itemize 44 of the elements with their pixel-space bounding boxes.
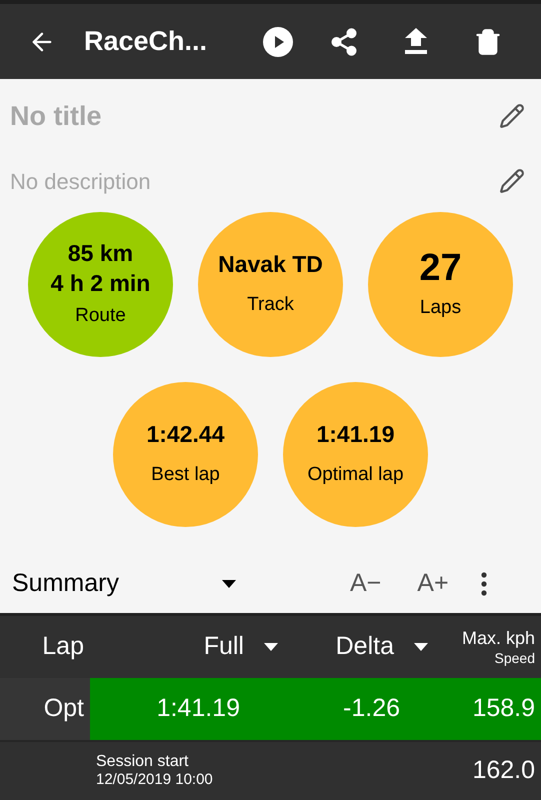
table-cell-text: 158.9 xyxy=(471,693,536,724)
dropdown-caret-icon xyxy=(414,643,428,651)
stat-value: 85 km xyxy=(68,239,134,268)
column-header[interactable]: Lap xyxy=(0,628,90,666)
session-date: 12/05/2019 10:00 xyxy=(96,771,213,789)
stat-value: 4 h 2 min xyxy=(50,269,150,298)
column-title: Max. kph xyxy=(462,627,535,650)
table-cell-text: -1.26 xyxy=(342,693,401,724)
session-start-label: Session start xyxy=(96,753,190,771)
column-header[interactable]: Max. kph Speed xyxy=(450,627,541,667)
upload-icon xyxy=(404,28,428,56)
stat-value: Navak TD xyxy=(218,250,323,280)
session-title: No title xyxy=(10,100,102,133)
dropdown-caret-icon xyxy=(222,580,236,588)
stat-label: Laps xyxy=(420,296,462,320)
share-icon xyxy=(329,26,359,57)
stat-label: Best lap xyxy=(151,463,220,488)
lap-cell: Opt xyxy=(0,678,90,740)
lap-row-highlight[interactable]: 1:41.19 -1.26 158.9 xyxy=(90,678,541,740)
stat-label: Route xyxy=(75,304,126,328)
trash-icon xyxy=(474,28,502,56)
stat-label: Optimal lap xyxy=(307,463,404,488)
pencil-icon xyxy=(499,168,525,194)
edit-title-button[interactable] xyxy=(499,102,525,129)
column-header[interactable]: Full xyxy=(90,628,300,666)
stat-value: 27 xyxy=(419,246,462,290)
more-icon xyxy=(480,572,487,596)
stat-value: 1:42.44 xyxy=(146,420,224,450)
stat-label: Track xyxy=(247,293,294,318)
table-cell-text: 1:41.19 xyxy=(156,693,241,724)
dropdown-caret-icon xyxy=(264,643,278,651)
session-description: No description xyxy=(10,168,151,196)
increase-font-button[interactable]: A+ xyxy=(417,565,449,603)
play-icon xyxy=(262,26,294,58)
decrease-font-button[interactable]: A− xyxy=(350,565,382,603)
edit-description-button[interactable] xyxy=(499,168,525,194)
column-header[interactable]: Delta xyxy=(300,628,450,666)
table-cell-text: 162.0 xyxy=(472,755,536,786)
toolbar-title: RaceCh... xyxy=(84,25,208,58)
pencil-icon xyxy=(499,102,525,129)
column-subtitle: Speed xyxy=(494,650,535,667)
stat-value: 1:41.19 xyxy=(316,420,394,450)
more-options-button[interactable] xyxy=(480,572,487,596)
summary-dropdown[interactable]: Summary xyxy=(0,565,240,603)
